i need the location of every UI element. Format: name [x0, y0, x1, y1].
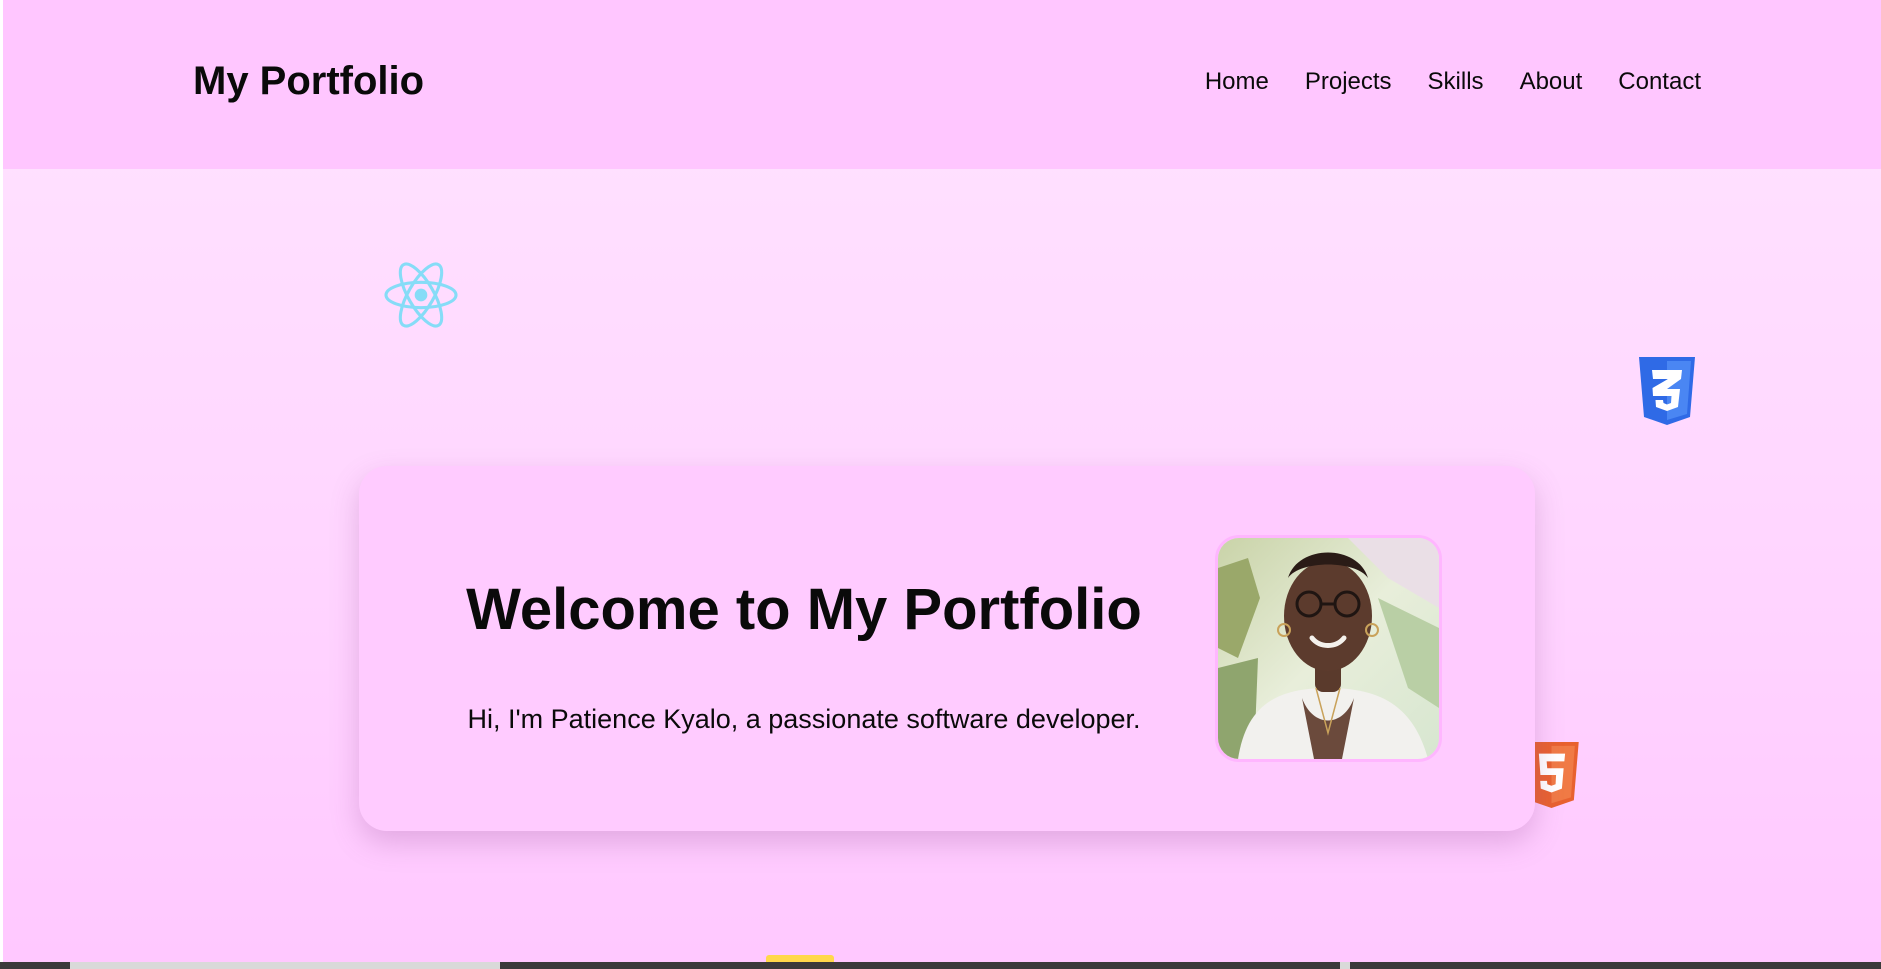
css3-logo-icon: [1639, 357, 1695, 425]
hero-title: Welcome to My Portfolio: [466, 577, 1142, 642]
nav-link-home[interactable]: Home: [1205, 68, 1269, 96]
profile-photo-image: [1218, 538, 1439, 759]
page-viewport: My Portfolio Home Projects Skills About …: [3, 0, 1881, 962]
react-logo-icon: [384, 262, 458, 328]
site-header: My Portfolio Home Projects Skills About …: [3, 0, 1881, 169]
hero-subtitle: Hi, I'm Patience Kyalo, a passionate sof…: [467, 704, 1141, 734]
partial-yellow-element: [766, 955, 834, 962]
nav-link-projects[interactable]: Projects: [1305, 68, 1392, 96]
site-logo[interactable]: My Portfolio: [193, 59, 424, 104]
profile-photo: [1215, 535, 1442, 762]
hero-card: Welcome to My Portfolio Hi, I'm Patience…: [359, 466, 1535, 831]
window-bottom-edge: [0, 962, 1881, 969]
nav-link-contact[interactable]: Contact: [1618, 68, 1701, 96]
main-nav: Home Projects Skills About Contact: [1205, 68, 1701, 96]
nav-link-about[interactable]: About: [1520, 68, 1583, 96]
nav-link-skills[interactable]: Skills: [1428, 68, 1484, 96]
